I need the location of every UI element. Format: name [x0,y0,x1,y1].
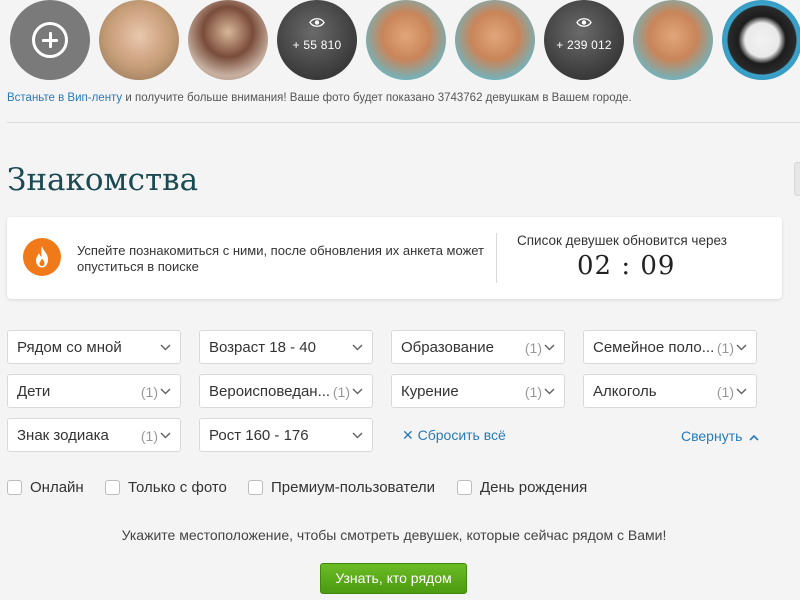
filter-children[interactable]: Дети (1) [7,374,181,408]
filter-education[interactable]: Образование (1) [391,330,565,364]
filter-count: (1) [524,340,542,356]
eye-icon [544,17,624,28]
filter-label: Курение [401,383,459,400]
filter-label: Семейное поло... [593,339,715,356]
user-avatar[interactable] [455,0,535,80]
notice-message: Успейте познакомиться с ними, после обно… [77,243,485,274]
filter-alcohol[interactable]: Алкоголь (1) [583,374,757,408]
vip-promo-body: и получите больше внимания! Ваше фото бу… [122,92,632,104]
checkbox-box[interactable] [105,480,120,495]
chevron-down-icon [160,432,171,439]
filter-label: Рядом со мной [17,339,122,356]
chevron-down-icon [544,344,555,351]
filter-count: (1) [716,340,734,356]
chevron-down-icon [544,388,555,395]
checkbox-birthday[interactable]: День рождения [457,479,597,497]
checkbox-premium[interactable]: Премиум-пользователи [248,479,448,497]
checkbox-with-photo[interactable]: Только с фото [105,479,235,497]
filter-nearby[interactable]: Рядом со мной [7,330,181,364]
add-photo-button[interactable] [10,0,90,80]
filter-count: (1) [716,384,734,400]
find-nearby-button[interactable]: Узнать, кто рядом [320,563,467,594]
filter-label: Дети [17,383,51,400]
reset-label: Сбросить всё [417,427,506,443]
filter-marital-status[interactable]: Семейное поло... (1) [583,330,757,364]
refresh-notice-card: Успейте познакомиться с ними, после обно… [7,217,782,299]
filter-smoking[interactable]: Курение (1) [391,374,565,408]
filter-age[interactable]: Возраст 18 - 40 [199,330,373,364]
checkbox-online[interactable]: Онлайн [7,479,97,497]
filter-label: Образование [401,339,494,356]
checkbox-label: Онлайн [30,479,84,496]
fire-icon [23,238,61,276]
side-panel-tab[interactable] [794,162,800,196]
chevron-down-icon [160,344,171,351]
filter-label: Знак зодиака [17,427,109,444]
chevron-down-icon [736,344,747,351]
collapse-label: Свернуть [681,428,743,444]
filter-count: (1) [524,384,542,400]
filter-religion[interactable]: Вероисповедан... (1) [199,374,373,408]
checkbox-box[interactable] [7,480,22,495]
vip-photo-strip: + 55 810 + 239 012 [0,0,800,84]
checkbox-box[interactable] [248,480,263,495]
user-avatar[interactable] [99,0,179,80]
filter-zodiac[interactable]: Знак зодиака (1) [7,418,181,452]
divider [7,122,800,123]
user-avatar[interactable] [188,0,268,80]
filter-label: Рост 160 - 176 [209,427,309,444]
checkbox-label: Премиум-пользователи [271,479,436,496]
chevron-down-icon [352,432,363,439]
user-avatar[interactable] [633,0,713,80]
viewers-count: + 55 810 [292,38,342,52]
collapse-filters-link[interactable]: Свернуть [681,428,759,444]
filter-label: Возраст 18 - 40 [209,339,316,356]
more-users-counter[interactable]: + 55 810 [277,0,357,80]
chevron-down-icon [352,344,363,351]
divider [496,233,497,283]
geo-prompt: Укажите местоположение, чтобы смотреть д… [121,527,667,543]
plus-circle-icon [32,22,68,58]
user-avatar[interactable] [366,0,446,80]
more-users-counter[interactable]: + 239 012 [544,0,624,80]
user-avatar[interactable] [722,0,800,80]
chevron-up-icon [749,434,759,441]
chevron-down-icon [160,388,171,395]
chevron-down-icon [736,388,747,395]
filter-count: (1) [332,384,350,400]
page-title: Знакомства [7,162,199,198]
filter-label: Вероисповедан... [209,383,331,400]
countdown-timer: 02 : 09 [577,251,676,281]
checkbox-label: День рождения [480,479,588,496]
vip-promo-text: Встаньте в Вип-ленту и получите больше в… [7,92,632,104]
filter-count: (1) [140,428,158,444]
checkbox-box[interactable] [457,480,472,495]
filter-count: (1) [140,384,158,400]
timer-label: Список девушек обновится через [517,233,727,248]
viewers-count: + 239 012 [556,38,612,52]
vip-feed-link[interactable]: Встаньте в Вип-ленту [7,92,122,104]
eye-icon [277,17,357,28]
filter-height[interactable]: Рост 160 - 176 [199,418,373,452]
checkbox-label: Только с фото [128,479,227,496]
chevron-down-icon [352,388,363,395]
reset-filters-link[interactable]: ✕ Сбросить всё [402,427,506,444]
filter-label: Алкоголь [593,383,657,400]
close-icon: ✕ [402,427,414,443]
